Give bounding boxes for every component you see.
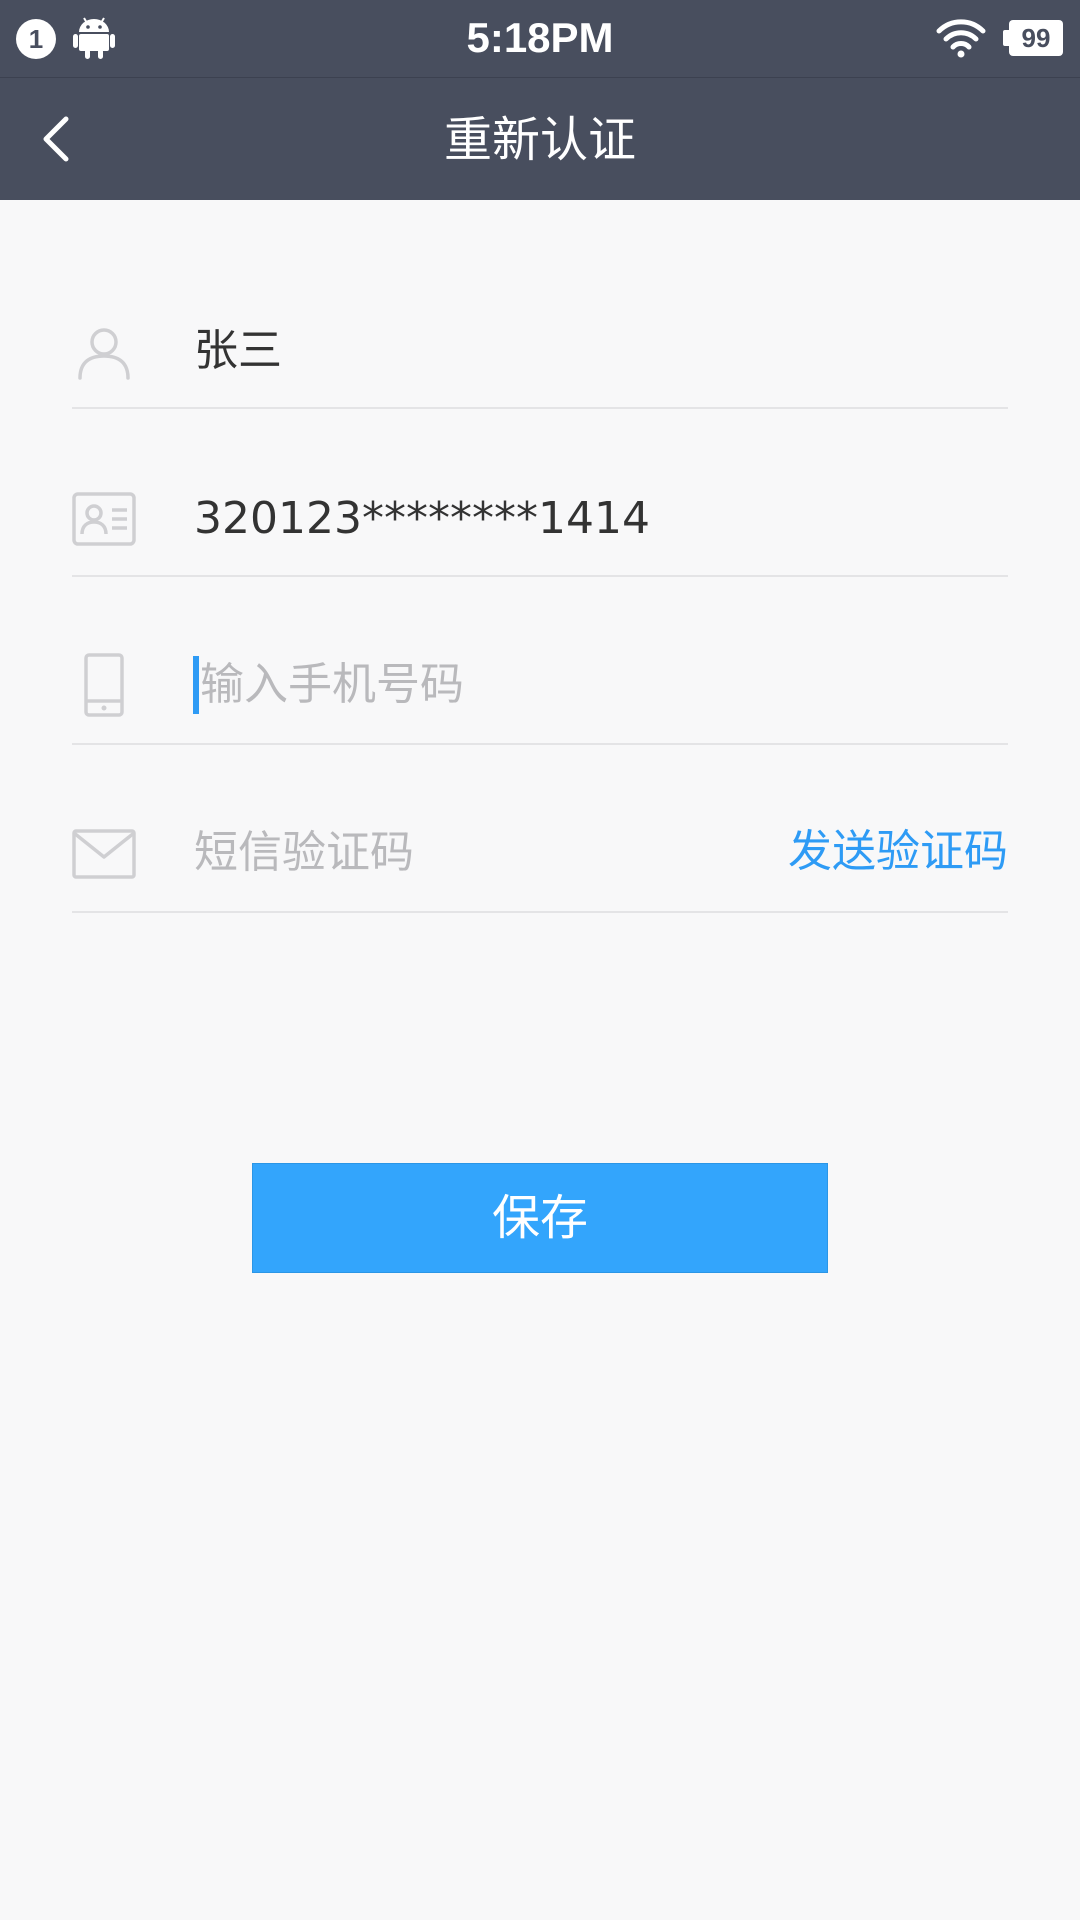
battery-icon: 99 (1003, 20, 1063, 56)
send-code-button[interactable]: 发送验证码 (788, 824, 1008, 880)
battery-level: 99 (1009, 20, 1063, 56)
person-icon (78, 328, 130, 380)
name-row: 张三 (72, 241, 1008, 409)
name-value: 张三 (194, 325, 282, 376)
id-card-icon (72, 492, 136, 546)
sms-code-row: 发送验证码 (72, 745, 1008, 913)
status-bar: 1 5:18PM 99 (0, 0, 1080, 77)
sms-code-input[interactable] (194, 822, 614, 882)
phone-row (72, 577, 1008, 745)
id-card-row: 320123********1414 (72, 409, 1008, 577)
save-button[interactable]: 保存 (252, 1163, 828, 1273)
phone-input[interactable] (200, 654, 760, 714)
navigation-bar: 重新认证 (0, 77, 1080, 200)
page-title: 重新认证 (443, 112, 636, 168)
id-card-value: 320123********1414 (194, 493, 650, 544)
text-cursor (193, 656, 199, 714)
wifi-icon (936, 19, 986, 58)
mobile-phone-icon (84, 653, 124, 717)
envelope-icon (72, 829, 136, 879)
status-time: 5:18PM (466, 14, 614, 61)
